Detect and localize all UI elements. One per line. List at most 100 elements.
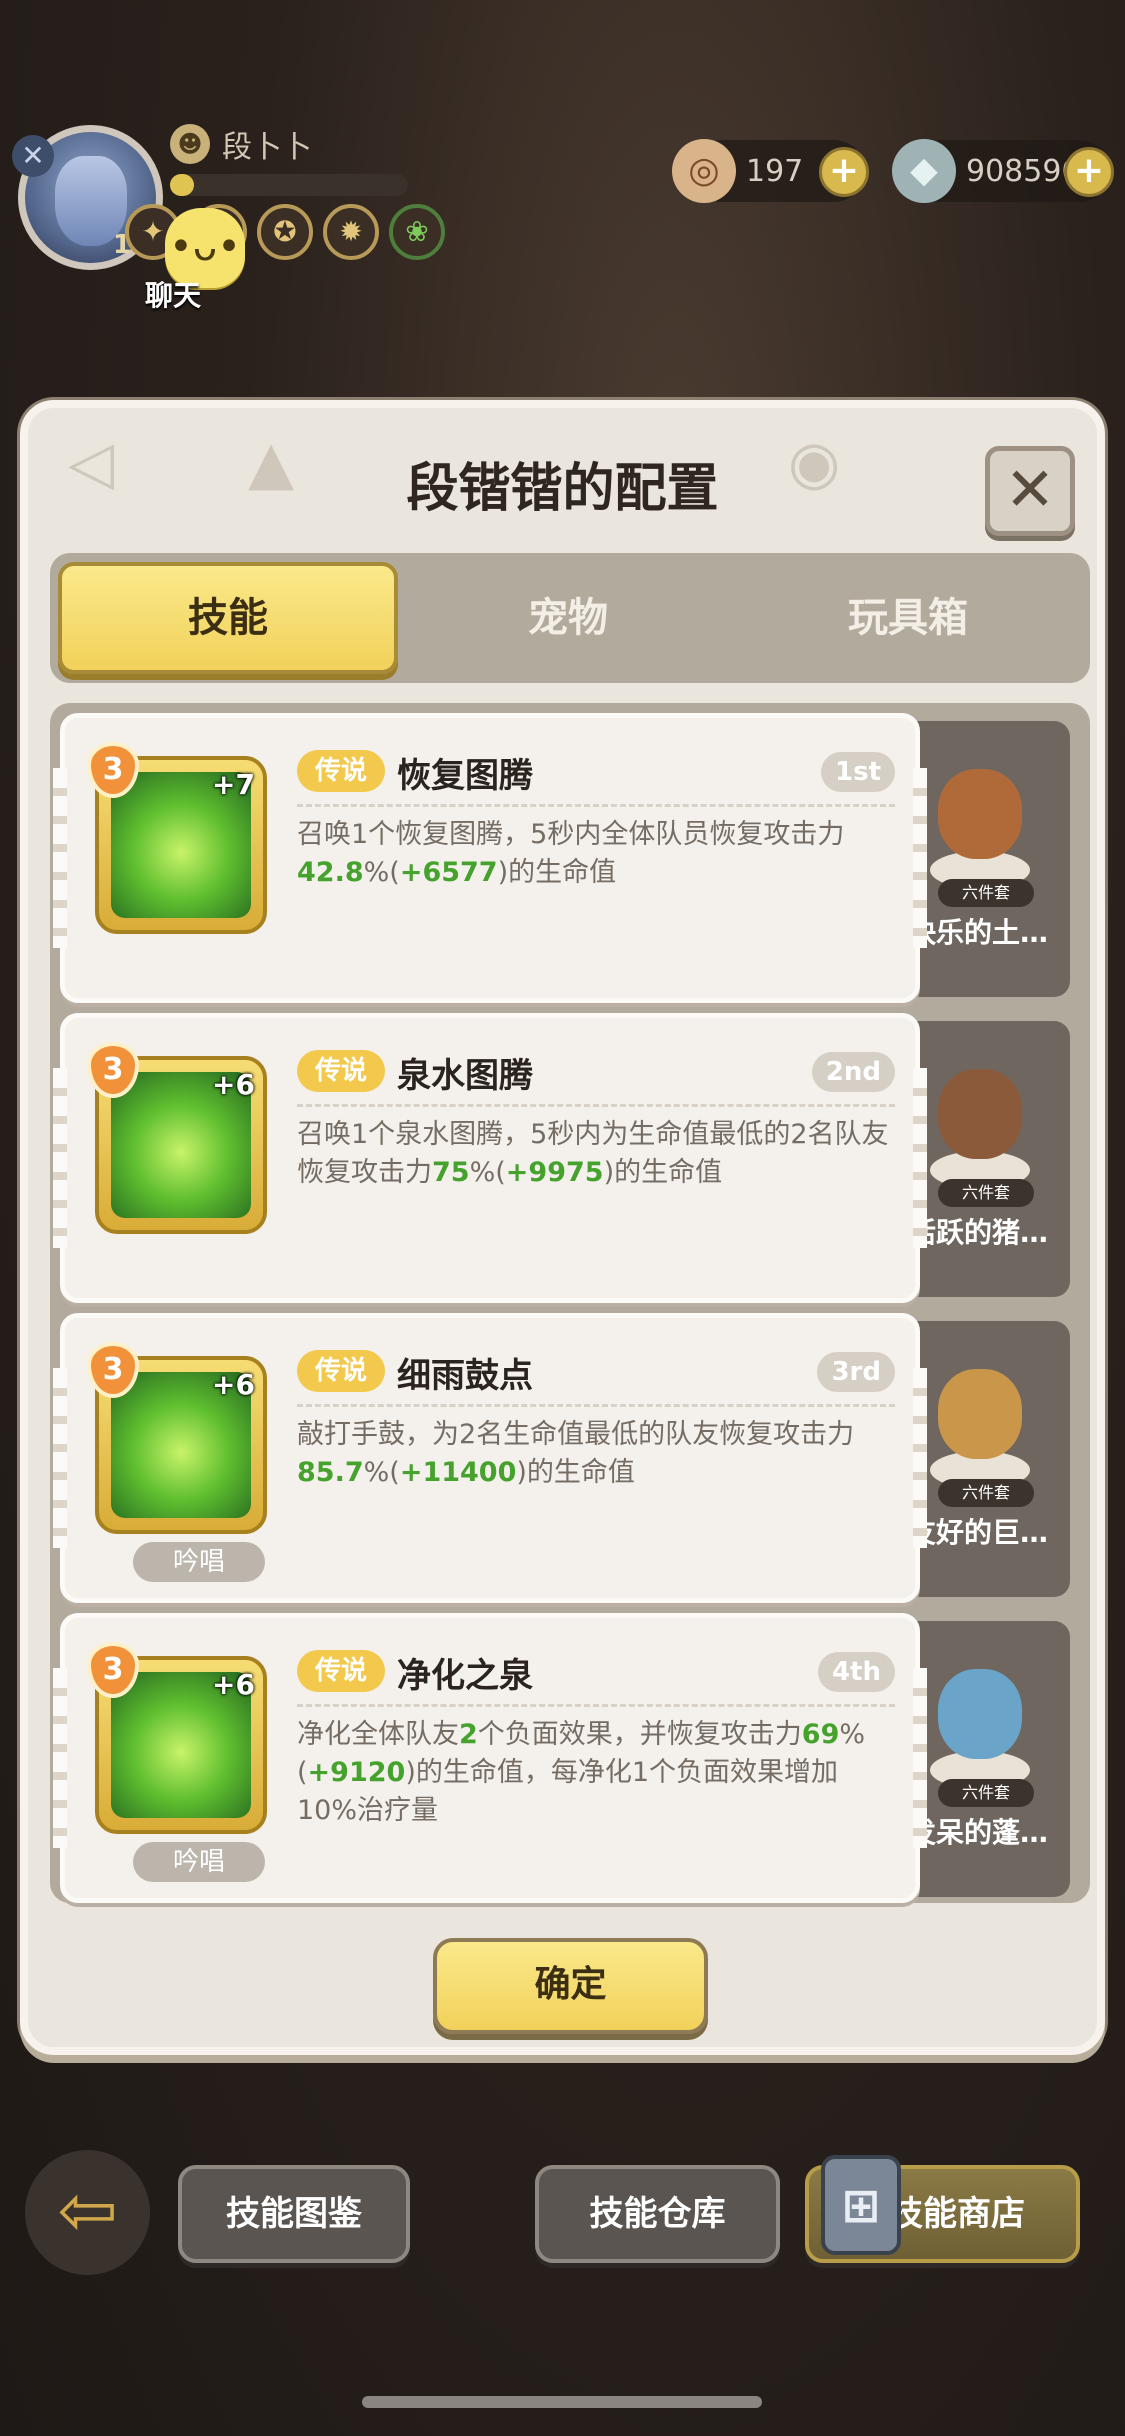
skill-rank-badge: 1st — [821, 752, 895, 792]
skill-card[interactable]: +7 3 传说 恢复图腾 1st 召唤1个恢复图腾，5秒内全体队员恢复攻击力 42… — [53, 713, 927, 1003]
skill-row[interactable]: 六件套 发呆的蓬… +6 3 吟唱 传说 净化之泉 4th 净化全体队友2个负面… — [53, 1613, 1080, 1903]
add-shell-button[interactable]: + — [819, 147, 869, 197]
skill-desc-value: +11400 — [399, 1457, 517, 1488]
chant-badge: 吟唱 — [133, 1542, 265, 1582]
skill-desc-text: 敲打手鼓，为2名生命值最低的队友恢复攻击力 — [297, 1419, 855, 1450]
skill-list: 六件套 快乐的土… +7 3 传说 恢复图腾 1st 召唤1个恢复图腾，5秒内全… — [50, 703, 1090, 1903]
skill-row[interactable]: 六件套 活跃的猪… +6 3 传说 泉水图腾 2nd 召唤1个泉水图腾，5秒内为… — [53, 1013, 1080, 1303]
pet-figure: 六件套 — [920, 739, 1040, 907]
skill-card[interactable]: +6 3 传说 泉水图腾 2nd 召唤1个泉水图腾，5秒内为生命值最低的2名队友… — [53, 1013, 927, 1303]
chat-label[interactable]: 聊天 — [145, 274, 201, 314]
player-name-icon: ☻ — [170, 124, 210, 164]
dialog-title: 段锴锴的配置 — [406, 459, 719, 519]
rarity-badge: 传说 — [297, 1050, 385, 1092]
skill-card[interactable]: +6 3 吟唱 传说 净化之泉 4th 净化全体队友2个负面效果，并恢复攻击力6… — [53, 1613, 927, 1903]
pet-set-tag: 六件套 — [938, 1779, 1034, 1807]
pet-set-tag: 六件套 — [938, 879, 1034, 907]
gem-icon: ◆ — [892, 139, 956, 203]
skill-desc-text: )的生命值 — [603, 1157, 723, 1188]
skill-desc-text: )的生命值 — [497, 857, 617, 888]
pet-set-tag: 六件套 — [938, 1179, 1034, 1207]
skill-card[interactable]: +6 3 吟唱 传说 细雨鼓点 3rd 敲打手鼓，为2名生命值最低的队友恢复攻击… — [53, 1313, 927, 1603]
back-button[interactable]: ⇦ — [25, 2150, 150, 2275]
skill-row[interactable]: 六件套 友好的巨… +6 3 吟唱 传说 细雨鼓点 3rd 敲打手鼓，为2名生命… — [53, 1313, 1080, 1603]
buff-icon[interactable]: ✹ — [323, 204, 379, 260]
exp-bar — [170, 174, 408, 196]
currency-shell: ◎ 197 + — [672, 139, 869, 203]
home-indicator[interactable] — [362, 2396, 762, 2408]
skill-name: 恢复图腾 — [397, 756, 533, 796]
close-icon[interactable]: ✕ — [12, 135, 54, 177]
pet-figure: 六件套 — [920, 1039, 1040, 1207]
tab-toybox[interactable]: 玩具箱 — [738, 562, 1078, 674]
skill-shop-label: 技能商店 — [889, 2194, 1025, 2234]
pet-icon — [938, 1069, 1022, 1159]
skill-icon-frame[interactable]: +7 3 — [87, 742, 267, 934]
add-gem-button[interactable]: + — [1064, 147, 1114, 197]
currency-gem: ◆ 908596 + — [892, 139, 1114, 203]
pet-name: 友好的巨… — [908, 1516, 1049, 1549]
tab-pets[interactable]: 宠物 — [398, 562, 738, 674]
chant-badge: 吟唱 — [133, 1842, 265, 1882]
skill-codex-button[interactable]: 技能图鉴 — [178, 2165, 410, 2263]
skill-name: 泉水图腾 — [397, 1056, 533, 1096]
skill-upgrade-level: +7 — [212, 768, 255, 801]
rarity-badge: 传说 — [297, 750, 385, 792]
pet-figure: 六件套 — [920, 1339, 1040, 1507]
skill-desc-value: +9120 — [307, 1757, 406, 1788]
skill-name: 净化之泉 — [397, 1656, 533, 1696]
skill-desc-value: +9975 — [505, 1157, 604, 1188]
pet-name: 快乐的土… — [908, 916, 1049, 949]
skill-desc-text: 召唤1个恢复图腾，5秒内全体队员恢复攻击力 — [297, 819, 845, 850]
skill-desc-value: 2 — [459, 1719, 478, 1750]
confirm-button[interactable]: 确定 — [433, 1938, 708, 2034]
pet-name: 活跃的猪… — [908, 1216, 1049, 1249]
pet-figure: 六件套 — [920, 1639, 1040, 1807]
close-icon: ✕ — [1004, 455, 1056, 525]
pet-icon — [938, 769, 1022, 859]
skill-icon-frame[interactable]: +6 3 — [87, 1042, 267, 1234]
tab-bar: 技能 宠物 玩具箱 — [50, 553, 1090, 683]
skill-desc-value: 75 — [432, 1157, 470, 1188]
skill-description: 召唤1个恢复图腾，5秒内全体队员恢复攻击力 42.8%(+6577)的生命值 — [297, 816, 895, 892]
rarity-badge: 传说 — [297, 1650, 385, 1692]
divider — [297, 804, 895, 807]
divider — [297, 1104, 895, 1107]
pet-set-tag: 六件套 — [938, 1479, 1034, 1507]
skill-upgrade-level: +6 — [212, 1068, 255, 1101]
skill-desc-text: 净化全体队友 — [297, 1719, 459, 1750]
pet-name: 发呆的蓬… — [908, 1816, 1049, 1849]
pet-icon — [938, 1669, 1022, 1759]
skill-desc-value: 69 — [801, 1719, 840, 1750]
pet-icon — [938, 1369, 1022, 1459]
skill-description: 召唤1个泉水图腾，5秒内为生命值最低的2名队友恢复攻击力75%(+9975)的生… — [297, 1116, 895, 1192]
skill-desc-text: 个负面效果，并恢复攻击力 — [477, 1719, 802, 1750]
tab-skills[interactable]: 技能 — [58, 562, 398, 674]
top-hud: ✕ 10 ☻ 段卜卜 ✦ ✧ ✪ ✹ ❀ •ᴗ• 聊天 ◎ 197 + ◆ 90… — [0, 0, 1125, 360]
skill-upgrade-level: +6 — [212, 1368, 255, 1401]
skill-shop-button[interactable]: ⊞ 技能商店 — [805, 2155, 1080, 2263]
rarity-badge: 传说 — [297, 1350, 385, 1392]
divider — [297, 1704, 895, 1707]
config-dialog: ◁ ▲ ◉ 段锴锴的配置 ✕ 技能 宠物 玩具箱 六件套 快乐的土… +7 3 … — [20, 400, 1105, 2055]
skill-icon-frame[interactable]: +6 3 — [87, 1342, 267, 1534]
skill-rank-badge: 3rd — [817, 1352, 895, 1392]
paw-icon[interactable]: ❀ — [389, 204, 445, 260]
exp-bar-fill — [170, 174, 194, 196]
close-button[interactable]: ✕ — [985, 446, 1075, 536]
skill-desc-value: 42.8 — [297, 857, 364, 888]
skill-description: 净化全体队友2个负面效果，并恢复攻击力69%(+9120)的生命值，每净化1个负… — [297, 1716, 895, 1830]
divider — [297, 1404, 895, 1407]
buff-icon[interactable]: ✪ — [257, 204, 313, 260]
skill-name: 细雨鼓点 — [397, 1356, 533, 1396]
skill-rank-badge: 2nd — [811, 1052, 895, 1092]
shell-value: 197 — [746, 153, 804, 189]
skill-icon-frame[interactable]: +6 3 — [87, 1642, 267, 1834]
skill-storage-button[interactable]: 技能仓库 — [535, 2165, 780, 2263]
skill-row[interactable]: 六件套 快乐的土… +7 3 传说 恢复图腾 1st 召唤1个恢复图腾，5秒内全… — [53, 713, 1080, 1003]
skill-desc-text: %( — [469, 1157, 506, 1188]
player-name: 段卜卜 — [222, 130, 312, 165]
skill-desc-text: )的生命值 — [516, 1457, 635, 1488]
skill-desc-value: +6577 — [399, 857, 498, 888]
back-arrow-icon: ⇦ — [57, 2168, 118, 2252]
